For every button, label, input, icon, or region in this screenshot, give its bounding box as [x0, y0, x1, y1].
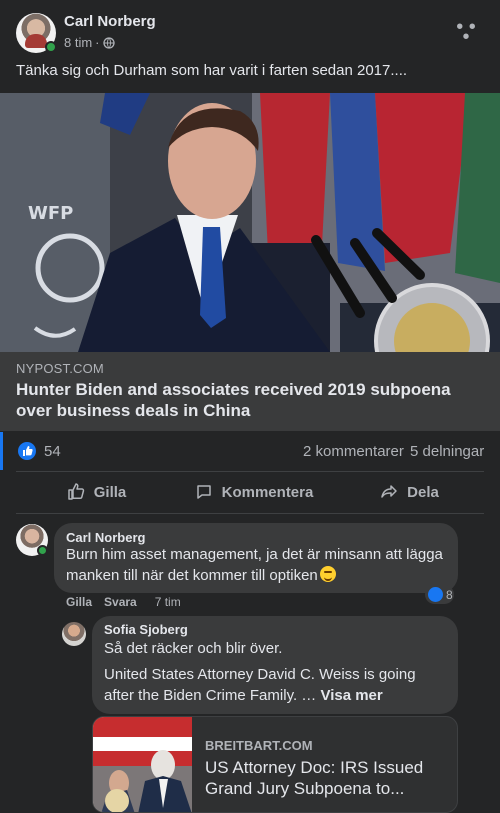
author-name[interactable]: Carl Norberg [64, 13, 156, 30]
smile-icon [319, 566, 336, 582]
comment-like-button[interactable]: Gilla [66, 595, 92, 609]
comment-icon [196, 485, 211, 499]
link-domain: NYPOST.COM [16, 361, 104, 376]
comment-online-dot [37, 545, 48, 556]
shared-link-title[interactable]: US Attorney Doc: IRS Issued Grand Jury S… [205, 757, 445, 799]
like-reaction-icon [18, 442, 36, 460]
link-preview-image[interactable]: WFP [0, 93, 500, 352]
share-button-label: Dela [407, 483, 439, 501]
comment-author-carl[interactable]: Carl Norberg [66, 530, 145, 545]
comment-avatar-sofia[interactable] [62, 622, 86, 646]
comment-button[interactable]: Kommentera [181, 474, 326, 510]
thumbs-up-icon [67, 483, 84, 500]
comment-reply-button[interactable]: Svara [104, 595, 137, 609]
shared-link-card[interactable]: BREITBART.COM US Attorney Doc: IRS Issue… [92, 716, 458, 813]
shared-link-domain: BREITBART.COM [205, 738, 313, 753]
comments-count[interactable]: 2 kommentarer [303, 443, 404, 460]
like-count[interactable]: 54 [44, 443, 61, 460]
shared-link-thumbnail [93, 717, 192, 812]
post-meta: 8 tim · [64, 35, 115, 50]
meta-separator: · [95, 35, 100, 50]
like-button-label: Gilla [93, 483, 127, 501]
svg-text:WFP: WFP [28, 203, 73, 224]
see-more-link[interactable]: Visa mer [320, 687, 382, 704]
comment-author-sofia[interactable]: Sofia Sjoberg [104, 622, 188, 637]
more-options-icon[interactable]: • • • [456, 17, 476, 47]
comment-actions-carl: Gilla Svara 7 tim [66, 595, 181, 609]
comment-text-carl: Burn him asset management, ja det är min… [66, 546, 443, 584]
action-divider [16, 513, 484, 514]
like-reaction-icon [428, 587, 443, 602]
comment-button-label: Kommentera [221, 483, 314, 501]
link-title[interactable]: Hunter Biden and associates received 201… [16, 379, 484, 421]
comment-reaction-count[interactable]: 8 [425, 585, 454, 604]
post-text: Tänka sig och Durham som har varit i far… [16, 62, 408, 79]
news-photo: WFP [0, 93, 500, 352]
post-time[interactable]: 8 tim [64, 35, 92, 50]
shares-count[interactable]: 5 delningar [410, 443, 484, 460]
comment-text-sofia-line2: United States Attorney David C. Weiss is… [104, 666, 416, 704]
reaction-edge [0, 432, 3, 470]
reaction-divider [16, 471, 484, 472]
post-header [0, 0, 500, 60]
share-icon [381, 485, 397, 498]
online-status-dot [45, 41, 57, 53]
share-button[interactable]: Dela [368, 474, 450, 510]
comment-text-sofia-line1: Så det räcker och blir över. [104, 640, 283, 657]
like-button[interactable]: Gilla [56, 474, 136, 510]
globe-icon [102, 36, 115, 49]
comment-time[interactable]: 7 tim [155, 595, 181, 609]
